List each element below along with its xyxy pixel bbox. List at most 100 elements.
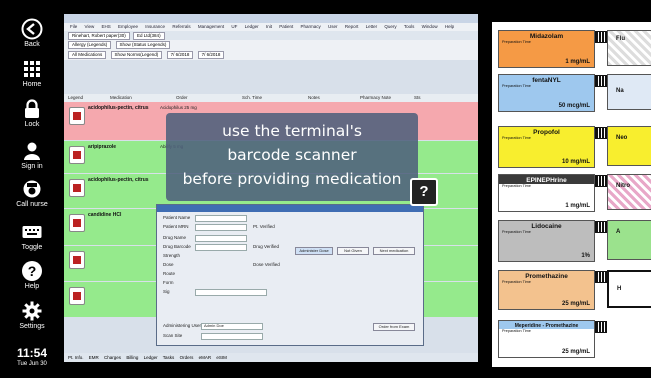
label-drug-name: Drug Name bbox=[163, 235, 187, 240]
clock-time: 11:54 bbox=[16, 346, 48, 360]
menu-user[interactable]: User bbox=[328, 24, 338, 29]
menu-view[interactable]: View bbox=[85, 24, 95, 29]
tab-patient[interactable]: Rinehart, Robert paper(30) bbox=[68, 32, 130, 40]
sign-in-button[interactable]: Sign in bbox=[0, 140, 64, 170]
home-button[interactable]: Home bbox=[0, 58, 64, 88]
clipboard-icon bbox=[69, 214, 85, 232]
drug-barcode-field[interactable] bbox=[195, 244, 247, 251]
label-meperidine-promethazine: Meperidine - Promethazine Preparation Ti… bbox=[498, 320, 607, 358]
label-midazolam: Midazolam Preparation Time 1 mg/mL bbox=[498, 30, 607, 68]
allergy-select[interactable]: Allergy (Legends) bbox=[68, 41, 112, 49]
menu-init[interactable]: Init bbox=[266, 24, 272, 29]
help-label: Help bbox=[24, 283, 40, 290]
administer-dose-button[interactable]: Administer Dose bbox=[295, 247, 333, 255]
instruction-overlay: use the terminal's barcode scanner befor… bbox=[166, 113, 418, 201]
tab-tasks[interactable]: Tasks bbox=[163, 355, 175, 360]
date-from[interactable]: 7/ 6/2018 bbox=[166, 51, 194, 59]
label-propofol: Propofol Preparation Time 10 mg/mL bbox=[498, 126, 607, 168]
order-from-exam-button[interactable]: Order from Exam bbox=[373, 323, 415, 331]
clipboard-icon bbox=[69, 251, 85, 269]
medication-label-board: Midazolam Preparation Time 1 mg/mL fenta… bbox=[492, 22, 651, 367]
menu-uf[interactable]: UF bbox=[231, 24, 237, 29]
back-arrow-icon bbox=[21, 18, 43, 40]
menu-file[interactable]: File bbox=[70, 24, 77, 29]
tab-ledger[interactable]: Ledger bbox=[144, 355, 158, 360]
lock-button[interactable]: Lock bbox=[0, 98, 64, 128]
tab-billing[interactable]: Billing bbox=[126, 355, 138, 360]
call-nurse-button[interactable]: Call nurse bbox=[0, 178, 64, 208]
status-select[interactable]: Show (Status Legends) bbox=[115, 41, 171, 49]
admin-user-field[interactable]: Admin Doe bbox=[201, 323, 263, 330]
menu-employee[interactable]: Employee bbox=[118, 24, 138, 29]
tab-emr[interactable]: EMR bbox=[89, 355, 99, 360]
scan-site-field[interactable] bbox=[201, 333, 263, 340]
menu-referrals[interactable]: Referrals bbox=[172, 24, 190, 29]
not-given-button[interactable]: Not Given bbox=[337, 247, 369, 255]
row-medication: acidophilus-pectin, citrus bbox=[88, 105, 149, 111]
drug-verified-check[interactable]: Drug Verified bbox=[253, 244, 279, 249]
patient-mrn-field[interactable] bbox=[195, 224, 247, 231]
admin-user-value: Admin Doe bbox=[204, 323, 224, 328]
back-button[interactable]: Back bbox=[0, 18, 64, 48]
menu-ehs[interactable]: EHS bbox=[101, 24, 110, 29]
tab-esim[interactable]: eSIM bbox=[216, 355, 227, 360]
label-scan-site: Scan Site bbox=[163, 333, 183, 338]
sign-in-label: Sign in bbox=[21, 163, 43, 170]
next-medication-button[interactable]: Next medication bbox=[373, 247, 415, 255]
ehr-toolbar-1: Allergy (Legends) Show (Status Legends) bbox=[64, 40, 478, 50]
label-epinephrine-conc: 1 mg/mL bbox=[565, 203, 590, 209]
menu-help[interactable]: Help bbox=[445, 24, 454, 29]
dialog-titlebar bbox=[157, 205, 423, 212]
label-fentanyl-conc: 50 mcg/mL bbox=[558, 103, 590, 109]
keyboard-icon bbox=[22, 226, 42, 238]
barcode-icon bbox=[595, 75, 607, 87]
grid-icon bbox=[24, 61, 40, 77]
label-fentanyl-name: fentaNYL bbox=[532, 77, 561, 84]
label-route: Route bbox=[163, 271, 176, 276]
menu-report[interactable]: Report bbox=[345, 24, 359, 29]
tab-ledger[interactable]: Ed Ltd(384) bbox=[133, 32, 165, 40]
patient-name-field[interactable] bbox=[195, 215, 247, 222]
drug-name-field[interactable] bbox=[195, 235, 247, 242]
home-label: Home bbox=[22, 81, 42, 88]
tab-pt-info[interactable]: Pt. Info. bbox=[68, 355, 84, 360]
question-mark-icon[interactable]: ? bbox=[410, 178, 438, 206]
label-epinephrine: EPINEPHrine Preparation Time 1 mg/mL bbox=[498, 174, 607, 212]
row-medication: acidophilus-pectin, citrus bbox=[88, 177, 149, 183]
tab-orders[interactable]: Orders bbox=[180, 355, 194, 360]
menu-pharmacy[interactable]: Pharmacy bbox=[301, 24, 321, 29]
tab-emar[interactable]: eMAR bbox=[199, 355, 212, 360]
lock-icon bbox=[25, 99, 39, 118]
menu-insurance[interactable]: Insurance bbox=[145, 24, 165, 29]
clipboard-icon bbox=[69, 146, 85, 164]
menu-query[interactable]: Query bbox=[384, 24, 396, 29]
menu-tools[interactable]: Tools bbox=[404, 24, 415, 29]
dose-verified-check[interactable]: Dose Verified bbox=[253, 262, 280, 267]
label-meperidine-conc: 25 mg/mL bbox=[561, 349, 590, 355]
toggle-label: Toggle bbox=[21, 244, 43, 251]
settings-button[interactable]: Settings bbox=[0, 300, 64, 330]
pt-verified-check[interactable]: Pt. Verified bbox=[253, 224, 275, 229]
label-prep-time: Preparation Time bbox=[502, 230, 531, 234]
row-order: Acidophilus 25 mg bbox=[160, 105, 197, 110]
menu-window[interactable]: Window bbox=[422, 24, 438, 29]
medication-filter[interactable]: All Medications bbox=[68, 51, 107, 59]
label-prep-time: Preparation Time bbox=[502, 184, 531, 188]
date-to[interactable]: 7/ 6/2018 bbox=[197, 51, 225, 59]
menu-management[interactable]: Management bbox=[198, 24, 224, 29]
ehr-toolbar-2: All Medications Show Norms(Legend) 7/ 6/… bbox=[64, 50, 478, 60]
kiosk-sidebar: Back Home Lock Sign in Call nurse Toggle… bbox=[0, 0, 64, 378]
menu-ledger[interactable]: Ledger bbox=[245, 24, 259, 29]
nurse-icon bbox=[23, 180, 41, 198]
col-order: Order bbox=[176, 95, 188, 100]
tab-charges[interactable]: Charges bbox=[104, 355, 121, 360]
label-midazolam-name: Midazolam bbox=[529, 33, 564, 40]
side-label-1: Flu bbox=[607, 30, 651, 66]
side-label-5: A bbox=[607, 220, 651, 260]
dose-filter[interactable]: Show Norms(Legend) bbox=[110, 51, 163, 59]
menu-letter[interactable]: Letter bbox=[366, 24, 378, 29]
sig-field[interactable] bbox=[195, 289, 267, 296]
help-button[interactable]: ? Help bbox=[0, 260, 64, 290]
menu-patient[interactable]: Patient bbox=[279, 24, 293, 29]
toggle-button[interactable]: Toggle bbox=[0, 221, 64, 251]
